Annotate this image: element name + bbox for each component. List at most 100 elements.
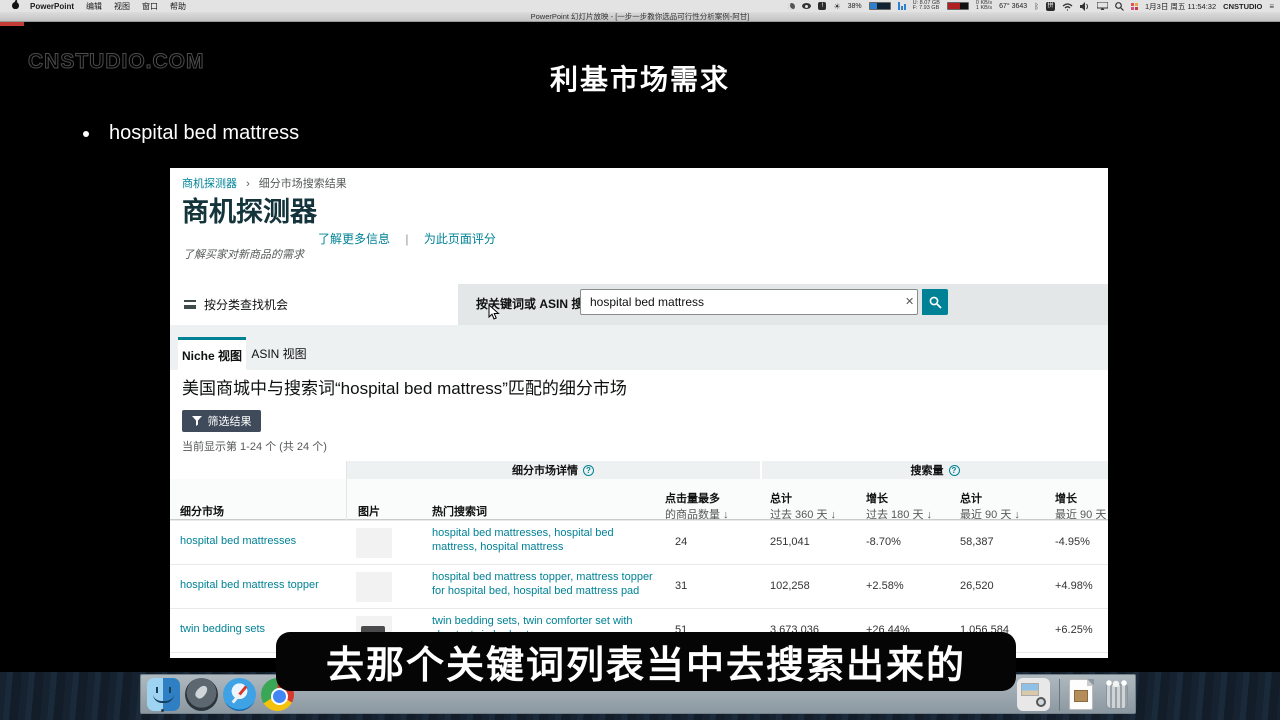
macos-menu-bar: PowerPoint 编辑 视图 窗口 帮助 ! ☀ 38% U: 8.07 G… xyxy=(0,0,1280,12)
video-subtitle: 去那个关键词列表当中去搜索出来的 xyxy=(276,632,1016,691)
page-title-links: 了解更多信息 | 为此页面评分 xyxy=(318,230,496,247)
keywords-links[interactable]: hospital bed mattress topper, mattress t… xyxy=(432,570,660,599)
rate-page-link[interactable]: 为此页面评分 xyxy=(424,232,496,246)
wifi-icon[interactable] xyxy=(1062,2,1073,11)
funnel-icon xyxy=(192,416,202,426)
breadcrumb-current: 细分市场搜索结果 xyxy=(259,178,347,190)
moon-icon[interactable] xyxy=(788,3,795,10)
menu-powerpoint[interactable]: PowerPoint xyxy=(30,2,74,11)
product-thumbnail xyxy=(356,572,392,602)
apple-menu-icon[interactable] xyxy=(12,2,20,10)
finder-icon[interactable] xyxy=(147,678,180,711)
desktop: PowerPoint 编辑 视图 窗口 帮助 ! ☀ 38% U: 8.07 G… xyxy=(0,0,1280,720)
preview-icon[interactable] xyxy=(1017,678,1050,711)
products-count: 24 xyxy=(675,536,687,548)
mouse-cursor xyxy=(488,304,500,320)
group-header-search-volume: 搜索量? xyxy=(762,461,1108,479)
menu-edit[interactable]: 编辑 xyxy=(86,1,102,12)
menu-clock[interactable]: 1月3日 周五 11:54:32 xyxy=(1145,1,1216,12)
window-title: PowerPoint 幻灯片放映 - [一步一步教你选品可行性分析案例-阿甘] xyxy=(531,12,750,21)
products-count: 31 xyxy=(675,580,687,592)
network-readout: 0 KB/s1 KB/s xyxy=(976,1,992,12)
results-heading: 美国商城中与搜索词“hospital bed mattress”匹配的细分市场 xyxy=(182,374,627,399)
link-divider: | xyxy=(405,232,408,246)
window-title-bar: PowerPoint 幻灯片放映 - [一步一步教你选品可行性分析案例-阿甘] xyxy=(0,12,1280,22)
niche-link[interactable]: twin bedding sets xyxy=(180,623,265,635)
total-360-value: 251,041 xyxy=(770,536,810,548)
eye-icon[interactable] xyxy=(802,3,811,9)
spotlight-icon[interactable] xyxy=(1115,2,1124,11)
growth-180-value: +2.58% xyxy=(866,580,904,592)
running-indicator xyxy=(161,709,164,712)
temp-readout: 67° 3643 xyxy=(999,3,1027,10)
browse-by-category-toggle[interactable]: 按分类查找机会 xyxy=(184,296,288,313)
bullet-item: hospital bed mattress xyxy=(83,122,299,145)
volume-icon[interactable] xyxy=(1080,2,1090,11)
table-row: hospital bed mattress topper hospital be… xyxy=(170,564,1108,608)
col-growth-90[interactable]: 增长最近 90 天 xyxy=(1055,490,1106,522)
search-button[interactable] xyxy=(922,289,948,315)
search-input[interactable] xyxy=(580,289,918,315)
dock-divider xyxy=(1059,679,1060,711)
col-niche: 细分市场 xyxy=(180,503,224,519)
amazon-opportunity-explorer-screenshot: 商机探测器 › 细分市场搜索结果 商机探测器 了解更多信息 | 为此页面评分 了… xyxy=(170,168,1108,658)
battery-meter[interactable] xyxy=(869,2,891,10)
growth-180-value: -8.70% xyxy=(866,536,901,548)
trash-icon[interactable] xyxy=(1101,678,1134,711)
disk-meter[interactable] xyxy=(947,2,969,10)
slide-title: 利基市场需求 xyxy=(0,58,1280,98)
airplay-icon[interactable] xyxy=(1097,2,1108,10)
bluetooth-icon[interactable]: ᛒ xyxy=(1034,2,1039,11)
brightness-icon[interactable]: ☀ xyxy=(833,2,840,11)
breadcrumb-link-explorer[interactable]: 商机探测器 xyxy=(182,178,237,190)
breadcrumb-separator: › xyxy=(246,178,250,190)
app-grid-icon[interactable] xyxy=(1131,3,1138,10)
niche-link[interactable]: hospital bed mattresses xyxy=(180,535,296,547)
page-subtitle: 了解买家对新商品的需求 xyxy=(183,246,304,262)
growth-90-value: -4.95% xyxy=(1055,536,1090,548)
tab-asin-view[interactable]: ASIN 视图 xyxy=(246,337,312,370)
col-total-90[interactable]: 总计最近 90 天 ↓ xyxy=(960,490,1020,522)
menu-view[interactable]: 视图 xyxy=(114,1,130,12)
list-menu-icon[interactable]: ≡ xyxy=(1269,2,1274,11)
total-90-value: 58,387 xyxy=(960,536,994,548)
filter-results-button[interactable]: 筛选结果 xyxy=(182,410,261,432)
clear-search-icon[interactable]: ✕ xyxy=(905,295,914,308)
page-title: 商机探测器 xyxy=(182,190,317,229)
keywords-links[interactable]: hospital bed mattresses, hospital bed ma… xyxy=(432,526,660,555)
notification-icon[interactable]: ! xyxy=(818,2,826,10)
magnifier-icon xyxy=(929,296,942,309)
downloads-document-icon[interactable] xyxy=(1065,678,1098,711)
slide-canvas: CNSTUDIO.COM 利基市场需求 hospital bed mattres… xyxy=(0,22,1280,720)
menu-window[interactable]: 窗口 xyxy=(142,1,158,12)
growth-90-value: +4.98% xyxy=(1055,580,1093,592)
table-row: hospital bed mattresses hospital bed mat… xyxy=(170,520,1108,564)
bullet-dot xyxy=(83,131,89,137)
results-count: 当前显示第 1-24 个 (共 24 个) xyxy=(182,438,327,454)
col-top-clicked-products[interactable]: 点击量最多的商品数量 ↓ xyxy=(665,490,729,522)
niche-link[interactable]: hospital bed mattress topper xyxy=(180,579,319,591)
help-icon[interactable]: ? xyxy=(949,465,960,476)
launchpad-icon[interactable] xyxy=(185,678,218,711)
safari-icon[interactable] xyxy=(223,678,256,711)
total-90-value: 26,520 xyxy=(960,580,994,592)
browse-by-category-label: 按分类查找机会 xyxy=(204,296,288,313)
cpu-meter[interactable] xyxy=(898,2,906,10)
menu-help[interactable]: 帮助 xyxy=(170,1,186,12)
group-header-niche-details: 细分市场详情? xyxy=(346,461,760,479)
table-header-row: 细分市场 图片 热门搜索词 点击量最多的商品数量 ↓ 总计过去 360 天 ↓ … xyxy=(170,479,1108,520)
col-total-360[interactable]: 总计过去 360 天 ↓ xyxy=(770,490,836,522)
learn-more-link[interactable]: 了解更多信息 xyxy=(318,232,390,246)
tab-niche-view[interactable]: Niche 视图 xyxy=(178,337,246,370)
breadcrumb: 商机探测器 › 细分市场搜索结果 xyxy=(182,175,347,191)
input-source-icon[interactable]: 拼 xyxy=(1046,2,1055,11)
battery-percent: 38% xyxy=(848,3,862,10)
col-image: 图片 xyxy=(358,503,380,519)
help-icon[interactable]: ? xyxy=(583,465,594,476)
col-growth-180[interactable]: 增长过去 180 天 ↓ xyxy=(866,490,932,522)
presenter-toolbar-fragment xyxy=(0,22,24,26)
product-thumbnail xyxy=(356,528,392,558)
col-keywords: 热门搜索词 xyxy=(432,503,487,519)
memory-readout: U: 8.07 GBF: 7.93 GB xyxy=(913,1,940,12)
menu-username[interactable]: CNSTUDIO xyxy=(1223,2,1262,11)
